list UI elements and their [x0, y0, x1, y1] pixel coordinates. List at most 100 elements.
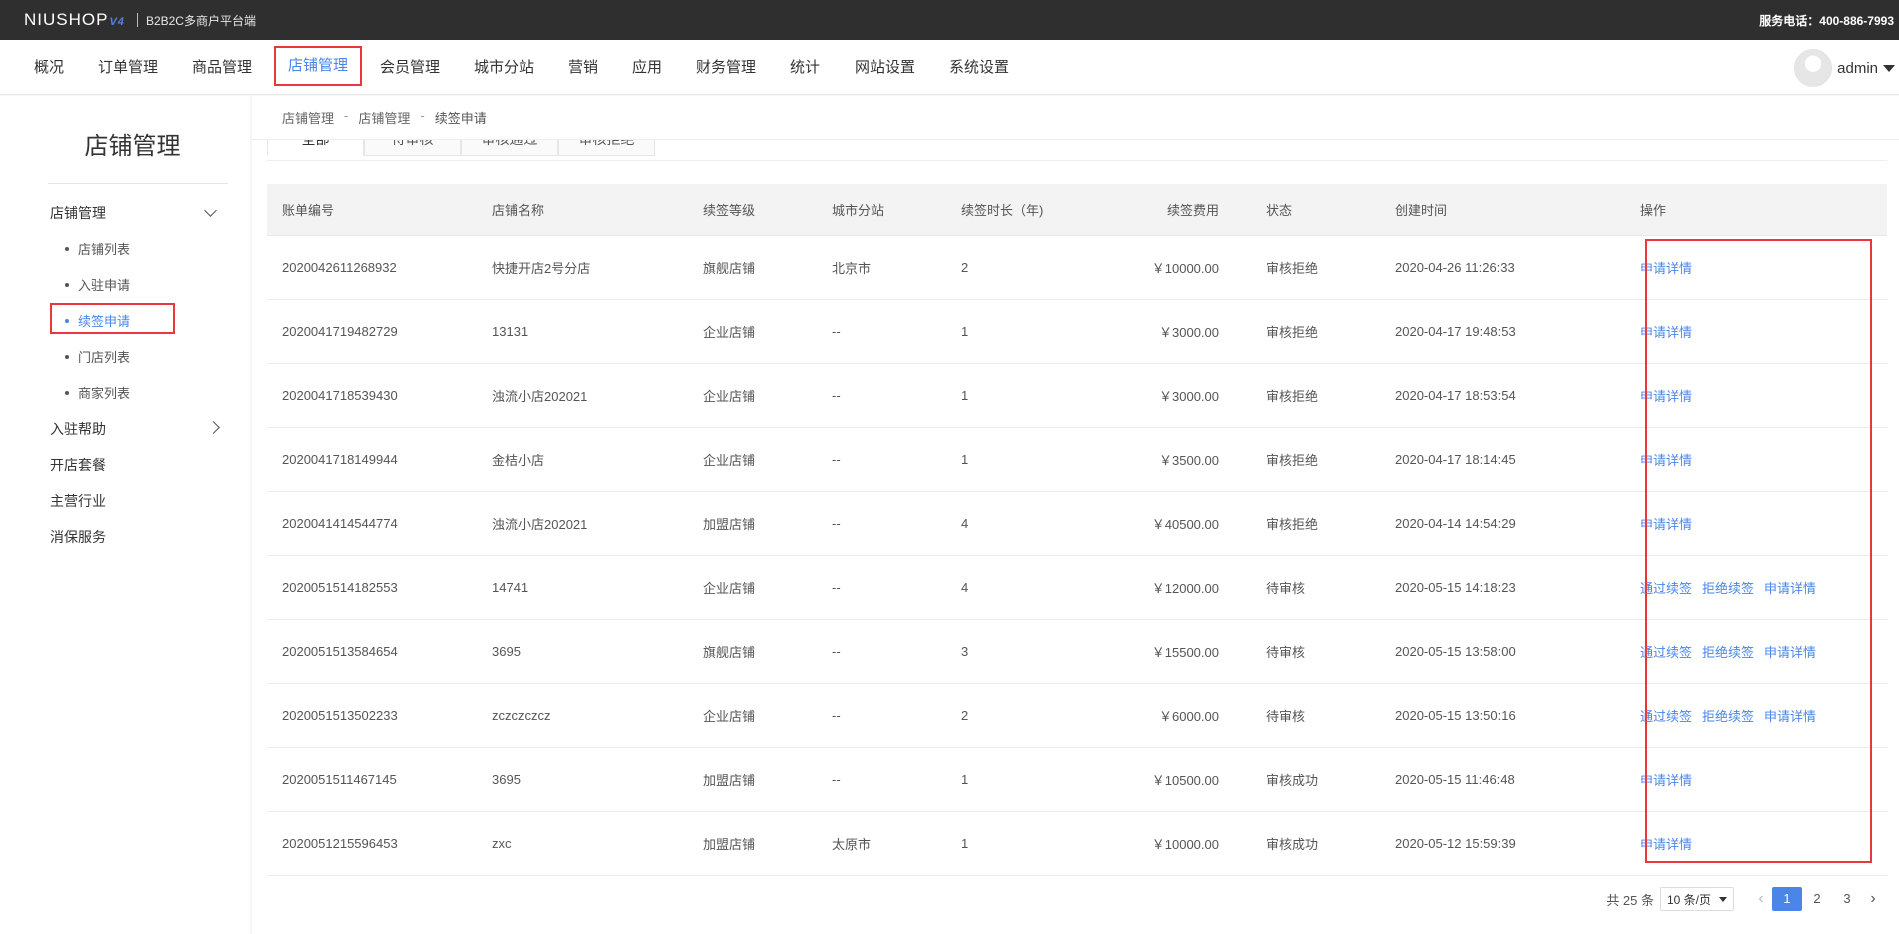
- reject-renewal-link[interactable]: 拒绝续签: [1702, 581, 1754, 596]
- sidebar-item-label: 商家列表: [78, 386, 131, 401]
- application-detail-link[interactable]: 申请详情: [1640, 261, 1692, 276]
- user-menu[interactable]: admin: [1794, 48, 1899, 88]
- nav-item-system-settings[interactable]: 系统设置: [948, 54, 1010, 82]
- status-cell: 审核拒绝: [1251, 427, 1380, 492]
- renewal-level-cell: 加盟店铺: [688, 747, 817, 812]
- sidebar-group-shops[interactable]: 店铺管理: [50, 203, 106, 223]
- caret-down-icon: [1719, 897, 1727, 902]
- page-size-select[interactable]: 10 条/页: [1660, 887, 1734, 911]
- breadcrumb-level2[interactable]: 店铺管理: [358, 108, 410, 127]
- shop-name-cell: 浊流小店202021: [477, 363, 688, 428]
- chevron-right-icon[interactable]: ›: [1862, 890, 1884, 908]
- operations-cell: 申请详情: [1625, 235, 1887, 300]
- application-detail-link[interactable]: 申请详情: [1640, 453, 1692, 468]
- sidebar-group-open-packages[interactable]: 开店套餐: [50, 455, 106, 475]
- nav-item-orders[interactable]: 订单管理: [98, 54, 158, 82]
- renewal-level-cell: 企业店铺: [688, 427, 817, 492]
- sidebar-group-entry-help[interactable]: 入驻帮助: [50, 419, 106, 439]
- renewal-level-cell: 企业店铺: [688, 683, 817, 748]
- application-detail-link[interactable]: 申请详情: [1764, 645, 1816, 660]
- sidebar-group-main-industry[interactable]: 主营行业: [50, 491, 106, 511]
- renewal-fee-cell: ￥12000.00: [1101, 555, 1251, 620]
- nav-item-stats[interactable]: 统计: [790, 54, 820, 82]
- status-cell: 审核拒绝: [1251, 363, 1380, 428]
- sidebar-group-consumer-protection[interactable]: 消保服务: [50, 527, 106, 547]
- sidebar-item-entry-apply[interactable]: 入驻申请: [65, 275, 130, 294]
- created-time-cell: 2020-05-15 13:50:16: [1380, 683, 1625, 748]
- tab-all[interactable]: 全部: [267, 140, 364, 156]
- created-time-cell: 2020-04-17 18:14:45: [1380, 427, 1625, 492]
- page-button[interactable]: 2: [1802, 887, 1832, 911]
- application-detail-link[interactable]: 申请详情: [1640, 773, 1692, 788]
- application-detail-link[interactable]: 申请详情: [1640, 389, 1692, 404]
- nav-item-marketing[interactable]: 营销: [568, 54, 598, 82]
- nav-item-city-stations[interactable]: 城市分站: [474, 54, 534, 82]
- table-row: 2020051513584654 3695 旗舰店铺 -- 3 ￥15500.00 待审核 2…: [267, 619, 1887, 684]
- chevron-right-icon[interactable]: [207, 421, 220, 434]
- sidebar-item-merchant-list[interactable]: 商家列表: [65, 383, 130, 402]
- total-count: 共 25 条: [1606, 892, 1654, 908]
- reject-renewal-link[interactable]: 拒绝续签: [1702, 709, 1754, 724]
- chevron-down-icon: [1883, 64, 1895, 72]
- tab-approved[interactable]: 审核通过: [461, 140, 558, 156]
- tab-rejected[interactable]: 审核拒绝: [558, 140, 655, 156]
- main-nav: 概况 订单管理 商品管理 店铺管理 会员管理 城市分站 营销 应用 财务管理 统…: [0, 40, 1899, 95]
- application-detail-link[interactable]: 申请详情: [1764, 709, 1816, 724]
- renewal-years-cell: 1: [946, 747, 1101, 812]
- table-row: 2020041718149944 金桔小店 企业店铺 -- 1 ￥3500.00 审核拒绝 2…: [267, 427, 1887, 492]
- sidebar-item-label: 店铺列表: [78, 242, 131, 257]
- nav-item-goods[interactable]: 商品管理: [192, 54, 252, 82]
- logo-divider: [136, 13, 138, 27]
- operations-cell: 申请详情: [1625, 491, 1887, 556]
- renewal-level-cell: 加盟店铺: [688, 811, 817, 876]
- nav-item-site-settings[interactable]: 网站设置: [854, 54, 916, 82]
- nav-item-finance[interactable]: 财务管理: [695, 54, 757, 82]
- table-row: 2020041718539430 浊流小店202021 企业店铺 -- 1 ￥3000.0…: [267, 363, 1887, 428]
- created-time-cell: 2020-05-15 11:46:48: [1380, 747, 1625, 812]
- approve-renewal-link[interactable]: 通过续签: [1640, 709, 1692, 724]
- table-row: 2020051511467145 3695 加盟店铺 -- 1 ￥10500.00 审核成功…: [267, 747, 1887, 812]
- renewal-fee-cell: ￥10000.00: [1101, 235, 1251, 300]
- chevron-left-icon[interactable]: ‹: [1750, 890, 1772, 908]
- nav-item-shops[interactable]: 店铺管理: [274, 46, 362, 86]
- city-station-cell: --: [817, 491, 946, 556]
- application-detail-link[interactable]: 申请详情: [1764, 581, 1816, 596]
- table-header-row: 账单编号 店铺名称 续签等级 城市分站 续签时长（年) 续签费用 状态 创建时间…: [267, 184, 1887, 236]
- reject-renewal-link[interactable]: 拒绝续签: [1702, 645, 1754, 660]
- sidebar-item-label: 门店列表: [78, 350, 131, 365]
- bullet-icon: [65, 282, 69, 287]
- bill-number-cell: 2020041718539430: [267, 363, 477, 428]
- column-header: 状态: [1251, 184, 1380, 236]
- application-detail-link[interactable]: 申请详情: [1640, 325, 1692, 340]
- renewal-years-cell: 1: [946, 299, 1101, 364]
- status-tabs: 全部 待审核 审核通过 审核拒绝: [267, 140, 1887, 160]
- nav-item-overview[interactable]: 概况: [34, 54, 64, 82]
- pagination: 共 25 条 10 条/页 ‹ 1 2 3 ›: [1606, 887, 1884, 911]
- nav-item-members[interactable]: 会员管理: [380, 54, 440, 82]
- renewal-fee-cell: ￥3000.00: [1101, 299, 1251, 364]
- page-button[interactable]: 3: [1832, 887, 1862, 911]
- bill-number-cell: 2020051513502233: [267, 683, 477, 748]
- application-detail-link[interactable]: 申请详情: [1640, 837, 1692, 852]
- sidebar-item-shop-list[interactable]: 店铺列表: [65, 239, 130, 258]
- approve-renewal-link[interactable]: 通过续签: [1640, 581, 1692, 596]
- breadcrumb-separator: -: [420, 108, 425, 123]
- nav-item-apps[interactable]: 应用: [632, 54, 662, 82]
- renewal-fee-cell: ￥10000.00: [1101, 811, 1251, 876]
- breadcrumb-level1[interactable]: 店铺管理: [282, 108, 334, 127]
- page-button[interactable]: 1: [1772, 887, 1802, 911]
- bill-number-cell: 2020042611268932: [267, 235, 477, 300]
- sidebar-item-store-list[interactable]: 门店列表: [65, 347, 130, 366]
- approve-renewal-link[interactable]: 通过续签: [1640, 645, 1692, 660]
- tab-pending[interactable]: 待审核: [364, 140, 461, 156]
- city-station-cell: --: [817, 747, 946, 812]
- renewal-years-cell: 4: [946, 555, 1101, 620]
- application-detail-link[interactable]: 申请详情: [1640, 517, 1692, 532]
- renewal-years-cell: 4: [946, 491, 1101, 556]
- chevron-down-icon[interactable]: [204, 204, 217, 217]
- logo[interactable]: NIUSHOP V4: [24, 10, 125, 30]
- shop-name-cell: zxc: [477, 811, 688, 876]
- table-row: 2020041414544774 浊流小店202021 加盟店铺 -- 4 ￥40500.…: [267, 491, 1887, 556]
- renewal-level-cell: 加盟店铺: [688, 491, 817, 556]
- renewal-level-cell: 旗舰店铺: [688, 619, 817, 684]
